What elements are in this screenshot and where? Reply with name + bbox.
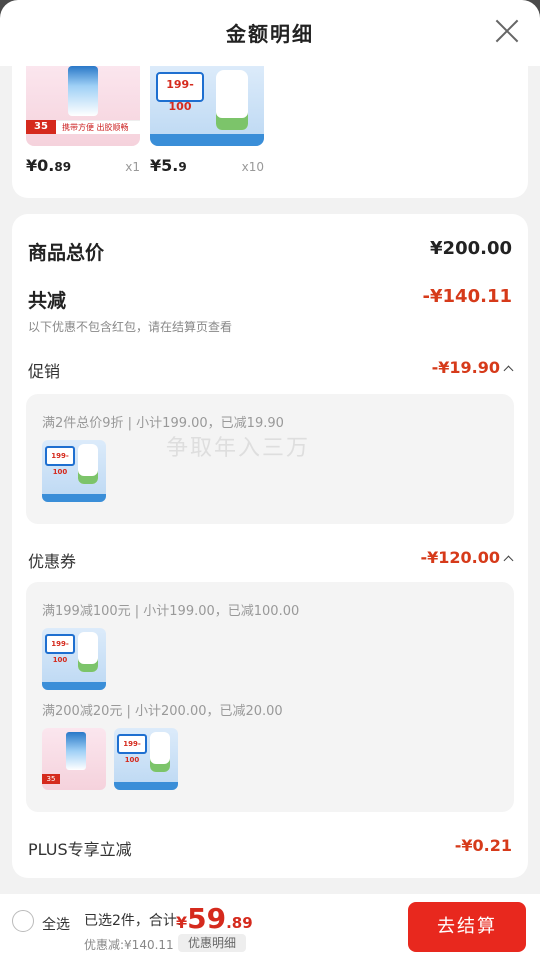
image-base [150,134,264,146]
promo-detail-box: 满2件总价9折 | 小计199.00，已减19.90 199-100 [26,394,514,524]
promo-row[interactable]: 促销 -¥19.90 [28,358,514,382]
promo-label: 促销 [28,362,61,381]
milk-bottle-image [78,632,98,672]
total-price: ¥59.89 [176,902,253,935]
product-image: 199-100 [150,66,264,146]
coupon-detail-box: 满199减100元 | 小计199.00，已减100.00 199-100 满2… [26,582,514,812]
product-thumbnail[interactable]: 199-100 [114,728,178,790]
promo-banner: 199-100 [45,446,75,476]
chevron-up-icon [503,555,514,566]
product-thumbnail[interactable]: 199-100 [42,440,106,502]
product-item[interactable]: 35 携带方便 出胶顺畅 ¥0.89 x1 [26,66,140,175]
price-tag: 35 [42,774,60,784]
sheet-header: 金额明细 [0,0,540,66]
image-base [114,782,178,790]
detail-scroll-area[interactable]: 35 携带方便 出胶顺畅 ¥0.89 x1 199-100 ¥5.9 x10 商… [0,66,540,894]
coupon-row[interactable]: 优惠券 -¥120.00 [28,548,514,572]
selected-count-text: 已选2件，合计: [84,913,182,929]
coupon-line: 满199减100元 | 小计199.00，已减100.00 [42,604,300,619]
bottle-image [68,66,98,116]
coupon-value[interactable]: -¥120.00 [420,548,514,567]
product-strip-text: 携带方便 出胶顺畅 [56,120,140,134]
milk-bottle-image [150,732,170,772]
reduce-row: 共减 -¥140.11 [28,286,512,313]
product-thumbnail[interactable]: 35 [42,728,106,790]
product-card: 35 携带方便 出胶顺畅 ¥0.89 x1 199-100 ¥5.9 x10 [12,66,528,198]
reduce-value: -¥140.11 [422,286,512,307]
discount-detail-button[interactable]: 优惠明细 [178,934,246,952]
checkout-button[interactable]: 去结算 [408,902,526,952]
product-price: ¥5.9 [150,156,187,175]
total-row: 商品总价 ¥200.00 [28,238,512,265]
product-qty: x10 [241,160,264,174]
image-base [42,494,106,502]
promo-banner: 199-100 [156,72,204,113]
select-all-label[interactable]: 全选 [42,914,70,934]
milk-bottle-image [78,444,98,484]
checkout-bar: 全选 已选2件，合计: ¥59.89 优惠减:¥140.11 优惠明细 去结算 [0,894,540,960]
bottle-image [66,732,86,770]
page-title: 金额明细 [226,22,314,46]
promo-line: 满2件总价9折 | 小计199.00，已减19.90 [42,416,284,431]
product-item[interactable]: 199-100 ¥5.9 x10 [150,66,264,175]
promo-banner: 199-100 [45,634,75,664]
milk-bottle-image [216,70,248,130]
coupon-label: 优惠券 [28,552,77,571]
promo-value[interactable]: -¥19.90 [432,358,514,377]
coupon-line: 满200减20元 | 小计200.00，已减20.00 [42,704,283,719]
total-label: 商品总价 [28,242,105,264]
reduce-hint: 以下优惠不包含红包，请在结算页查看 [28,320,233,334]
chevron-up-icon [503,365,514,376]
product-image: 35 携带方便 出胶顺畅 [26,66,140,146]
product-qty: x1 [125,160,140,174]
plus-label: PLUS专享立减 [28,840,132,859]
discount-text: 优惠减:¥140.11 [84,938,174,952]
plus-value: -¥0.21 [454,836,512,855]
price-tag: 35 [26,120,56,134]
promo-banner: 199-100 [117,734,147,764]
product-thumbnail[interactable]: 199-100 [42,628,106,690]
close-icon[interactable] [494,18,520,44]
total-value: ¥200.00 [430,238,512,259]
product-price: ¥0.89 [26,156,72,175]
price-summary-card: 商品总价 ¥200.00 共减 -¥140.11 以下优惠不包含红包，请在结算页… [12,214,528,878]
select-all-radio[interactable] [12,910,34,932]
reduce-label: 共减 [28,290,67,312]
image-base [42,682,106,690]
plus-row: PLUS专享立减 -¥0.21 [28,836,512,860]
